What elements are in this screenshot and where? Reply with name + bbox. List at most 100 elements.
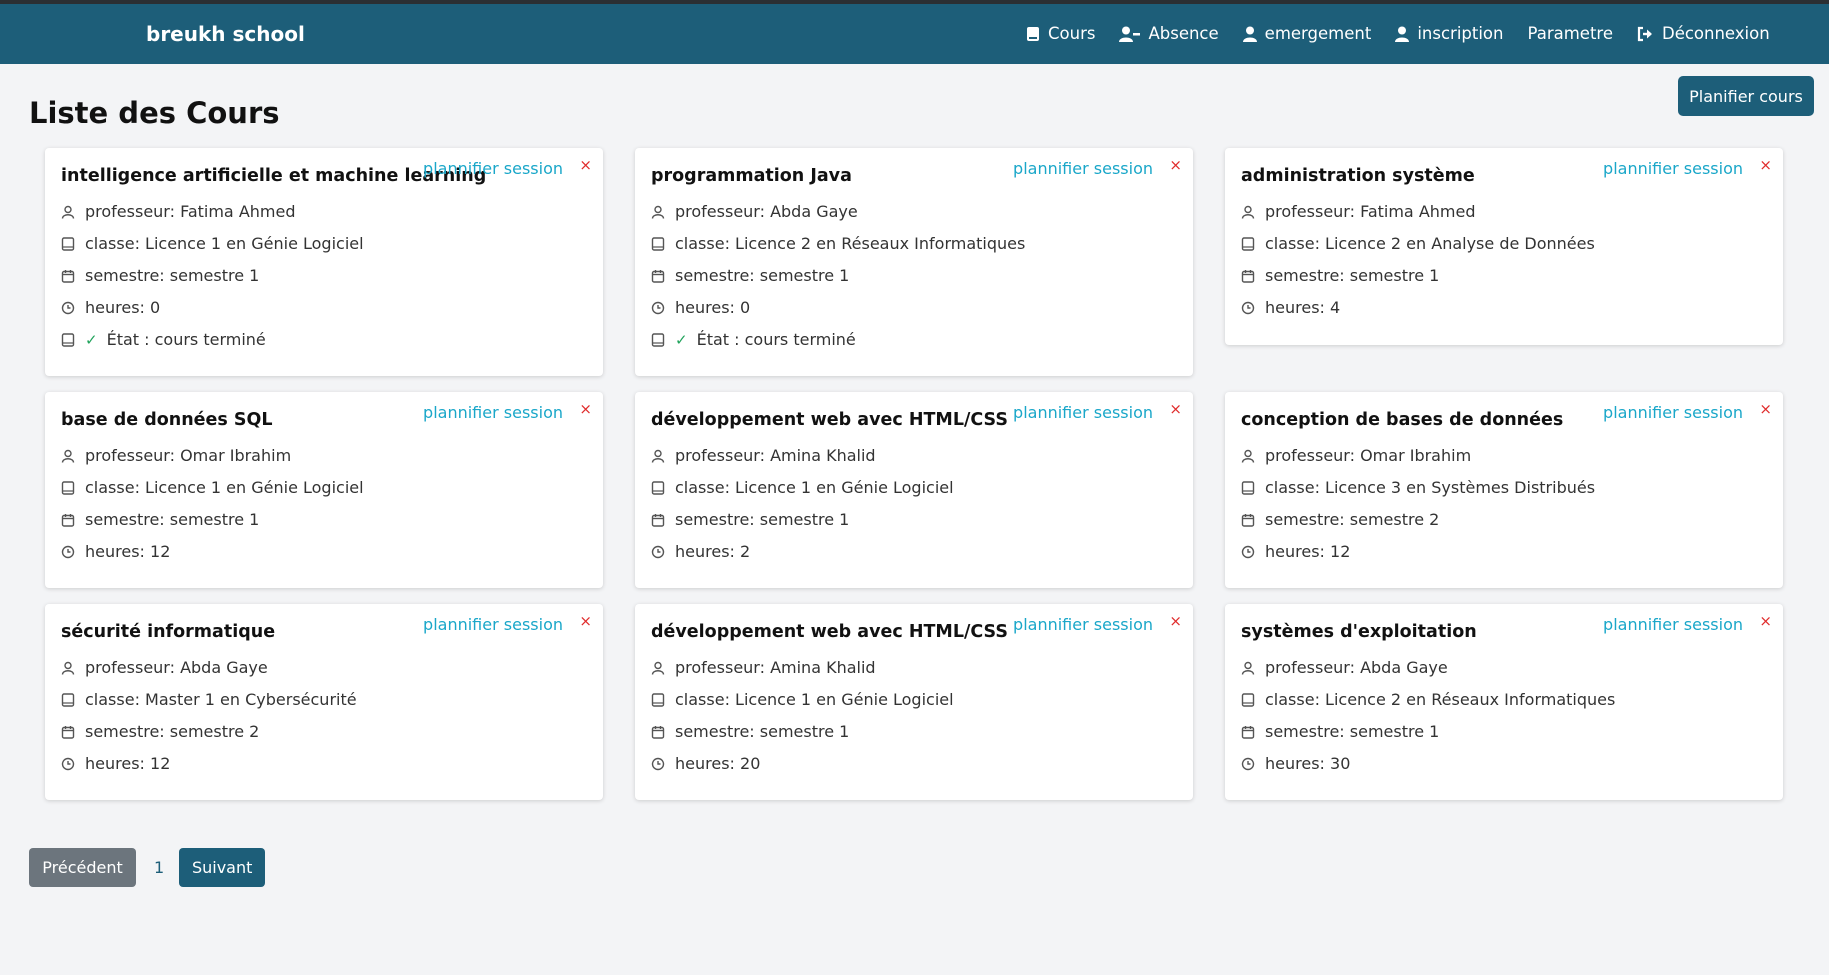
nav-item-label: Déconnexion [1661,24,1770,43]
course-title: conception de bases de données [1241,410,1564,430]
professor-text: professeur: Abda Gaye [675,202,858,221]
page-title: Liste des Cours [29,96,280,130]
class-row: classe: Licence 1 en Génie Logiciel [651,690,954,709]
hours-row: heures: 0 [651,298,750,317]
check-icon: ✓ [85,330,98,349]
hours-text: heures: 12 [1265,542,1351,561]
hours-row: heures: 2 [651,542,750,561]
professor-row: professeur: Omar Ibrahim [61,446,291,465]
course-card: intelligence artificielle et machine lea… [45,148,603,376]
delete-course-button[interactable]: × [1759,400,1772,418]
clock-icon [651,301,665,314]
navbar: breukh school Cours Absence emergement i… [0,4,1829,64]
pagination: Précédent 1 Suivant [29,848,266,887]
semester-row: semestre: semestre 1 [1241,722,1439,741]
class-row: classe: Licence 3 en Systèmes Distribués [1241,478,1595,497]
book-outline-icon [1241,480,1255,495]
plannifier-session-link[interactable]: plannifier session [1013,615,1153,634]
hours-row: heures: 20 [651,754,760,773]
hours-row: heures: 12 [61,754,170,773]
book-outline-icon [1241,692,1255,707]
plannifier-session-link[interactable]: plannifier session [1603,615,1743,634]
semester-text: semestre: semestre 1 [675,722,850,741]
brand-logo[interactable]: breukh school [146,22,305,46]
current-page-number[interactable]: 1 [154,858,164,877]
delete-course-button[interactable]: × [579,612,592,630]
professor-text: professeur: Amina Khalid [675,658,876,677]
class-row: classe: Licence 1 en Génie Logiciel [61,234,364,253]
professor-row: professeur: Fatima Ahmed [61,202,295,221]
delete-course-button[interactable]: × [1759,612,1772,630]
class-text: classe: Licence 1 en Génie Logiciel [675,690,954,709]
nav-item-parametre[interactable]: Parametre [1528,24,1613,43]
book-outline-icon [651,332,665,347]
class-row: classe: Licence 2 en Analyse de Données [1241,234,1595,253]
professor-row: professeur: Amina Khalid [651,658,876,677]
user-minus-icon [1119,26,1141,42]
course-card: sécurité informatique plannifier session… [45,604,603,800]
course-title: base de données SQL [61,410,273,430]
clock-icon [651,757,665,770]
hours-text: heures: 12 [85,754,171,773]
course-card: développement web avec HTML/CSS plannifi… [635,392,1193,588]
professor-text: professeur: Abda Gaye [1265,658,1448,677]
clock-icon [1241,757,1255,770]
plannifier-session-link[interactable]: plannifier session [423,403,563,422]
nav-item-emergement[interactable]: emergement [1242,24,1372,43]
class-text: classe: Master 1 en Cybersécurité [85,690,357,709]
hours-text: heures: 2 [675,542,751,561]
class-row: classe: Licence 1 en Génie Logiciel [651,478,954,497]
semester-row: semestre: semestre 1 [1241,266,1439,285]
book-outline-icon [1241,236,1255,251]
clock-icon [1241,545,1255,558]
book-outline-icon [61,236,75,251]
nav-item-absence[interactable]: Absence [1119,24,1219,43]
plannifier-session-link[interactable]: plannifier session [1013,403,1153,422]
nav-item-label: emergement [1264,24,1372,43]
class-text: classe: Licence 1 en Génie Logiciel [85,478,364,497]
hours-row: heures: 12 [61,542,170,561]
class-row: classe: Licence 1 en Génie Logiciel [61,478,364,497]
delete-course-button[interactable]: × [1169,400,1182,418]
user-outline-icon [1241,661,1255,675]
nav-item-cours[interactable]: Cours [1026,24,1095,43]
hours-row: heures: 12 [1241,542,1350,561]
course-title: systèmes d'exploitation [1241,622,1477,642]
professor-row: professeur: Abda Gaye [1241,658,1448,677]
class-row: classe: Licence 2 en Réseaux Informatiqu… [651,234,1025,253]
nav-item-deconnexion[interactable]: Déconnexion [1637,24,1770,43]
user-outline-icon [651,205,665,219]
nav-menu: Cours Absence emergement inscription Par… [1026,24,1794,43]
user-outline-icon [61,661,75,675]
class-text: classe: Licence 2 en Réseaux Informatiqu… [675,234,1026,253]
book-outline-icon [61,480,75,495]
professor-row: professeur: Abda Gaye [61,658,268,677]
course-card: administration système plannifier sessio… [1225,148,1783,345]
planifier-cours-button[interactable]: Planifier cours [1678,76,1814,116]
plannifier-session-link[interactable]: plannifier session [1013,159,1153,178]
plannifier-session-link[interactable]: plannifier session [423,615,563,634]
semester-row: semestre: semestre 2 [61,722,259,741]
delete-course-button[interactable]: × [579,156,592,174]
nav-item-inscription[interactable]: inscription [1395,24,1504,43]
delete-course-button[interactable]: × [579,400,592,418]
semester-row: semestre: semestre 1 [651,722,849,741]
delete-course-button[interactable]: × [1169,156,1182,174]
previous-page-button[interactable]: Précédent [29,848,136,887]
plannifier-session-link[interactable]: plannifier session [423,159,563,178]
class-text: classe: Licence 1 en Génie Logiciel [85,234,364,253]
delete-course-button[interactable]: × [1169,612,1182,630]
nav-item-label: Cours [1048,24,1096,43]
book-outline-icon [61,332,75,347]
delete-course-button[interactable]: × [1759,156,1772,174]
plannifier-session-link[interactable]: plannifier session [1603,403,1743,422]
clock-icon [1241,301,1255,314]
semester-text: semestre: semestre 1 [85,266,260,285]
plannifier-session-link[interactable]: plannifier session [1603,159,1743,178]
hours-text: heures: 12 [85,542,171,561]
semester-text: semestre: semestre 1 [85,510,260,529]
next-page-button[interactable]: Suivant [179,848,266,887]
calendar-icon [61,725,75,739]
class-row: classe: Master 1 en Cybersécurité [61,690,357,709]
user-outline-icon [651,449,665,463]
